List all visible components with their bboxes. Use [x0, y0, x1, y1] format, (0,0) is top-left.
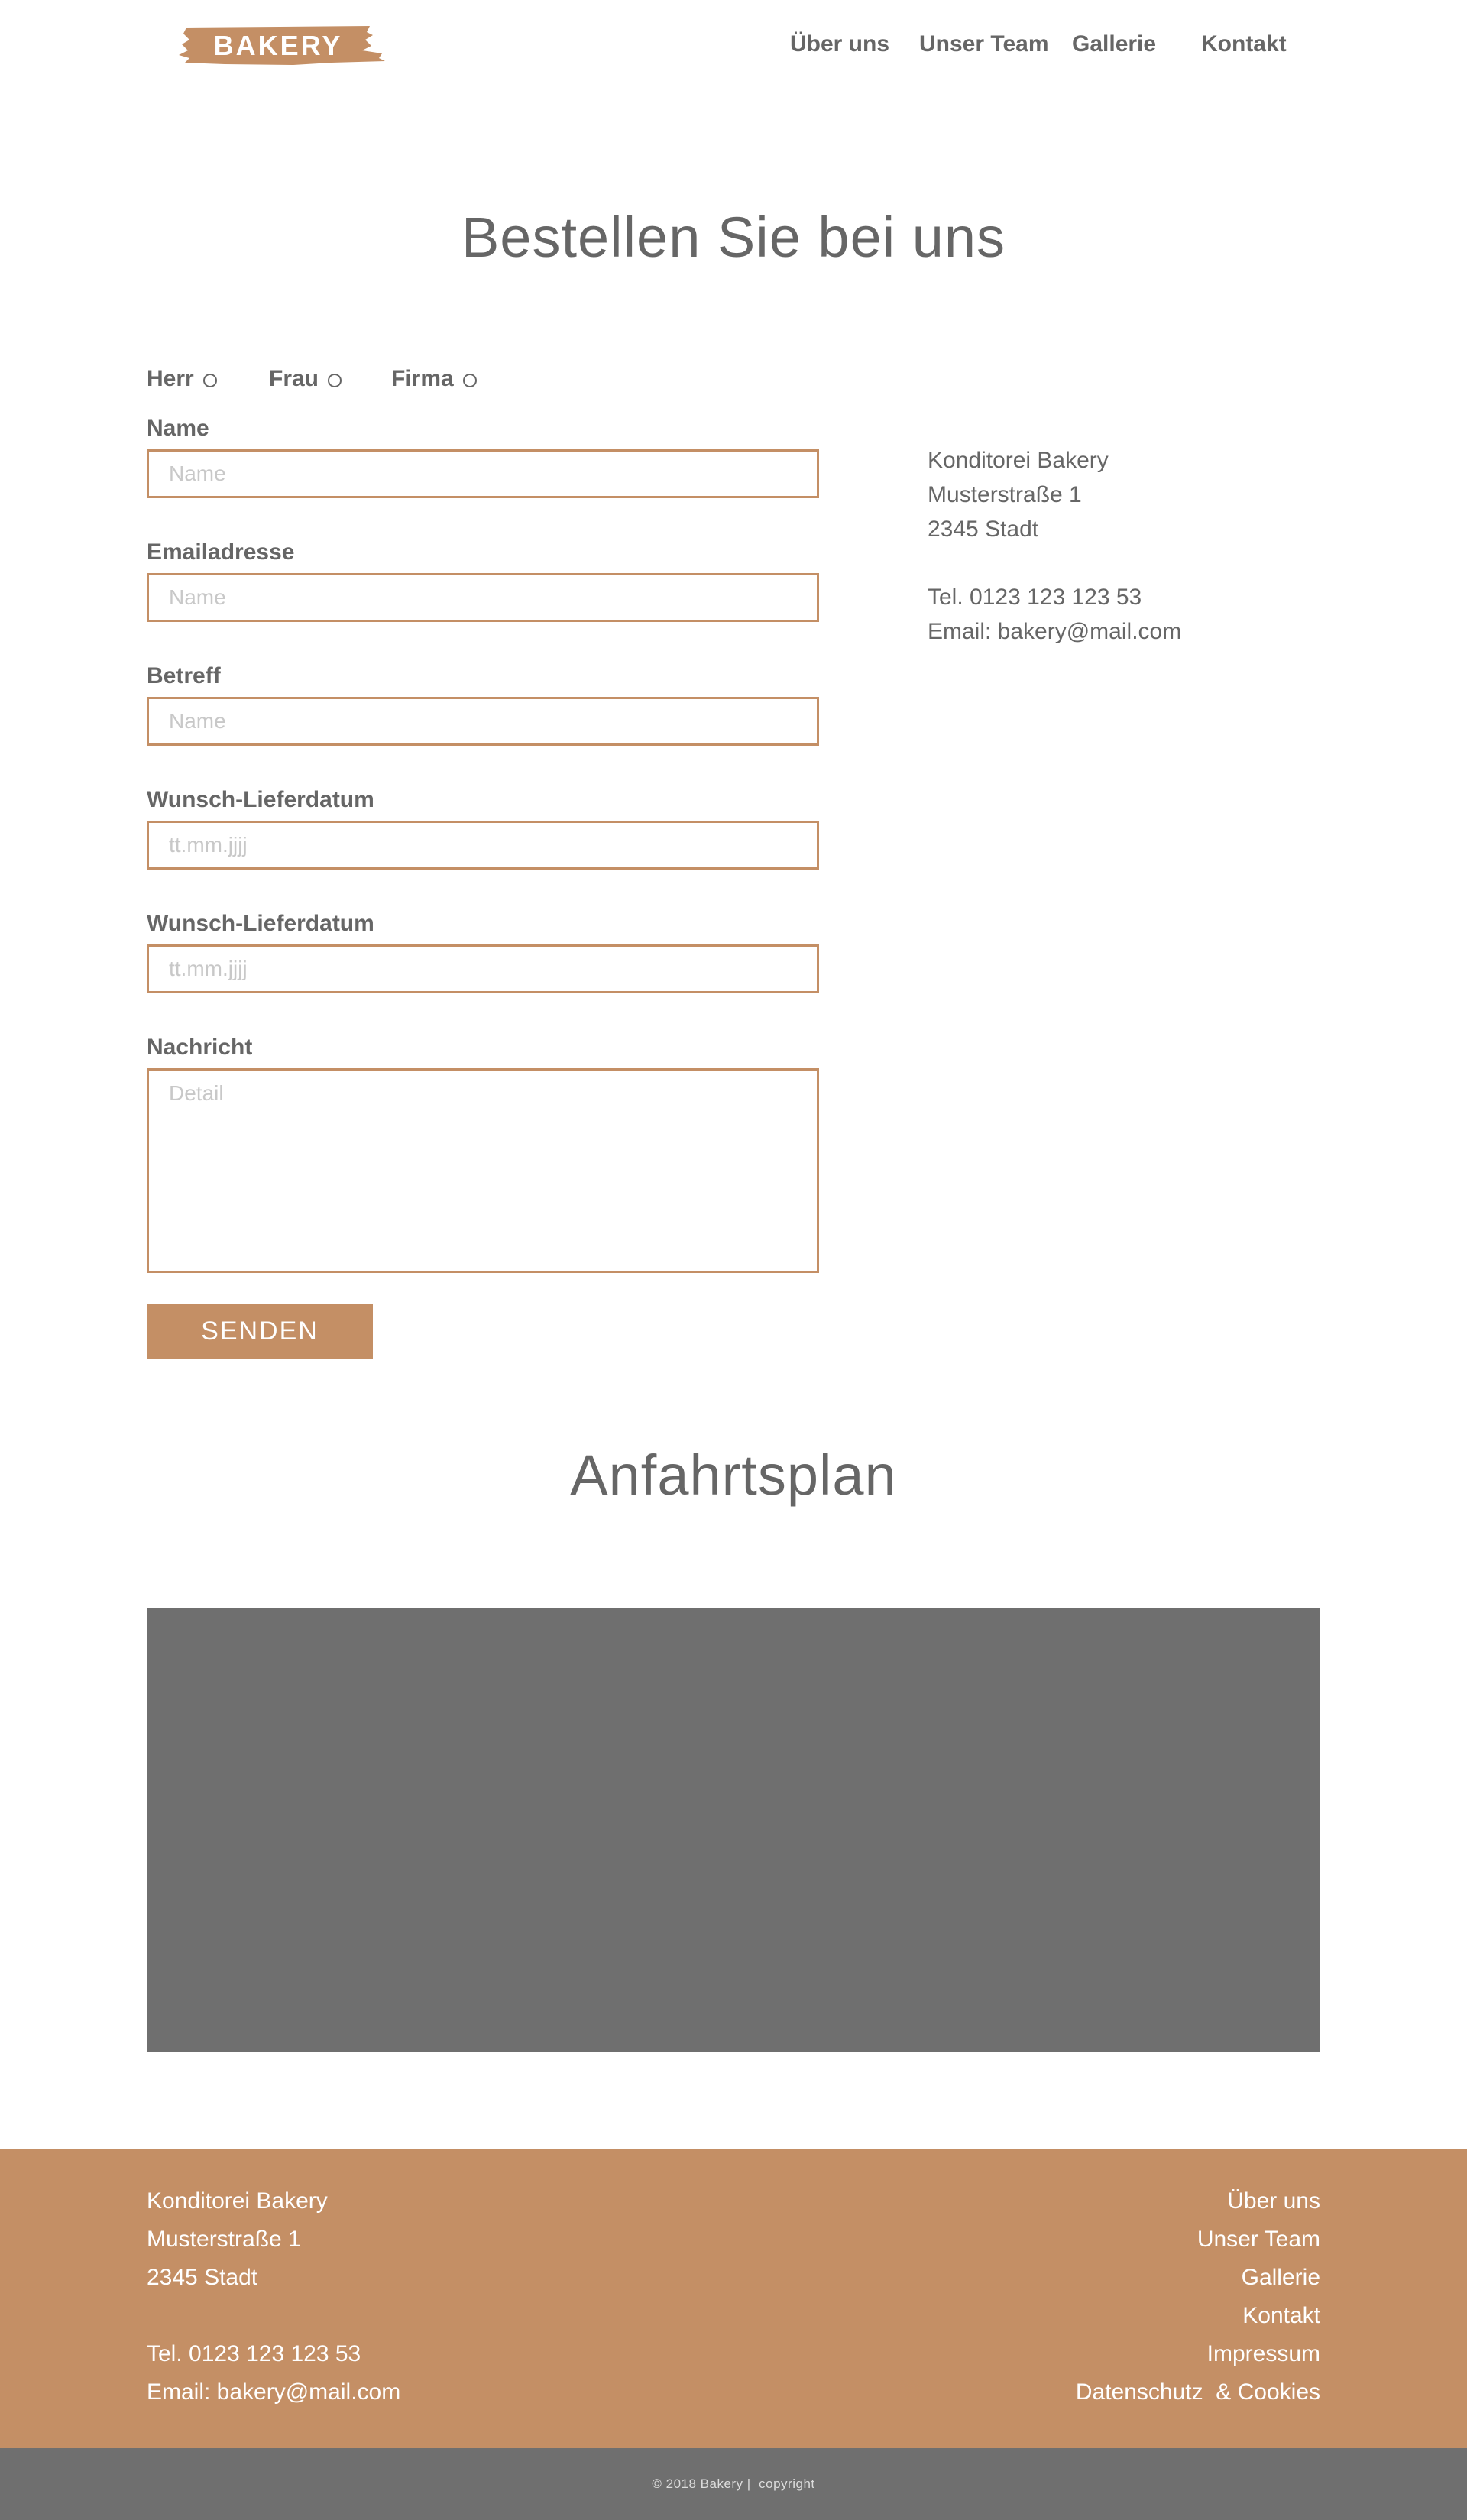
footer-link-kontakt[interactable]: Kontakt [1076, 2297, 1320, 2335]
contact-city: 2345 Stadt [928, 517, 1039, 542]
send-button[interactable]: SENDEN [147, 1304, 373, 1359]
contact-info: Konditorei Bakery Musterstraße 1 2345 St… [928, 443, 1310, 649]
radio-frau[interactable]: Frau [269, 364, 342, 394]
radio-herr[interactable]: Herr [147, 364, 217, 394]
message-label: Nachricht [147, 1035, 253, 1060]
footer-link-gallerie[interactable]: Gallerie [1076, 2259, 1320, 2297]
map-placeholder[interactable] [147, 1608, 1320, 2052]
radio-circle-icon[interactable] [328, 374, 342, 387]
name-field[interactable] [147, 449, 819, 498]
subject-label: Betreff [147, 663, 221, 688]
bakery-logo[interactable]: BAKERY [179, 24, 385, 67]
nav-item-unser-team[interactable]: Unser Team [919, 28, 1049, 61]
footer-link-ueber-uns[interactable]: Über uns [1076, 2182, 1320, 2220]
footer-street: Musterstraße 1 [147, 2227, 301, 2252]
delivery-date-field[interactable] [147, 821, 819, 870]
radio-label: Frau [269, 366, 319, 391]
directions-title: Anfahrtsplan [570, 1443, 897, 1507]
order-title: Bestellen Sie bei uns [461, 206, 1006, 269]
site-header: BAKERY Über uns Unser Team Gallerie Kont… [0, 0, 1467, 92]
name-label: Name [147, 416, 209, 441]
radio-circle-icon[interactable] [462, 374, 477, 387]
contact-name: Konditorei Bakery [928, 448, 1109, 473]
footer-link-datenschutz[interactable]: Datenschutz & Cookies [1076, 2373, 1320, 2411]
delivery-date-label: Wunsch-Lieferdatum [147, 787, 374, 812]
message-field[interactable] [147, 1068, 819, 1273]
footer-nav: Über uns Unser Team Gallerie Kontakt Imp… [1076, 2182, 1320, 2411]
nav-item-gallerie[interactable]: Gallerie [1072, 28, 1156, 61]
email-label: Emailadresse [147, 539, 295, 565]
radio-label: Firma [391, 366, 454, 391]
footer-contact: Konditorei Bakery Musterstraße 1 2345 St… [147, 2182, 400, 2411]
site-footer: Konditorei Bakery Musterstraße 1 2345 St… [0, 2149, 1467, 2448]
footer-email: Email: bakery@mail.com [147, 2379, 401, 2405]
radio-firma[interactable]: Firma [391, 364, 477, 394]
radio-circle-icon[interactable] [202, 374, 217, 387]
logo-text: BAKERY [213, 30, 343, 61]
copyright-bar: © 2018 Bakery | copyright [0, 2448, 1467, 2520]
contact-phone: Tel. 0123 123 123 53 [928, 585, 1142, 610]
delivery-date-label-2: Wunsch-Lieferdatum [147, 911, 374, 936]
delivery-date-field-2[interactable] [147, 944, 819, 993]
copyright-text: © 2018 Bakery | copyright [652, 2476, 815, 2491]
radio-label: Herr [147, 366, 194, 391]
nav-item-kontakt[interactable]: Kontakt [1201, 28, 1287, 61]
footer-name: Konditorei Bakery [147, 2188, 328, 2214]
email-field[interactable] [147, 573, 819, 622]
subject-field[interactable] [147, 697, 819, 746]
footer-phone: Tel. 0123 123 123 53 [147, 2341, 361, 2366]
footer-city: 2345 Stadt [147, 2265, 258, 2290]
contact-email: Email: bakery@mail.com [928, 619, 1182, 644]
nav-item-ueber-uns[interactable]: Über uns [790, 28, 889, 61]
footer-link-unser-team[interactable]: Unser Team [1076, 2220, 1320, 2259]
footer-link-impressum[interactable]: Impressum [1076, 2335, 1320, 2373]
contact-street: Musterstraße 1 [928, 482, 1082, 507]
